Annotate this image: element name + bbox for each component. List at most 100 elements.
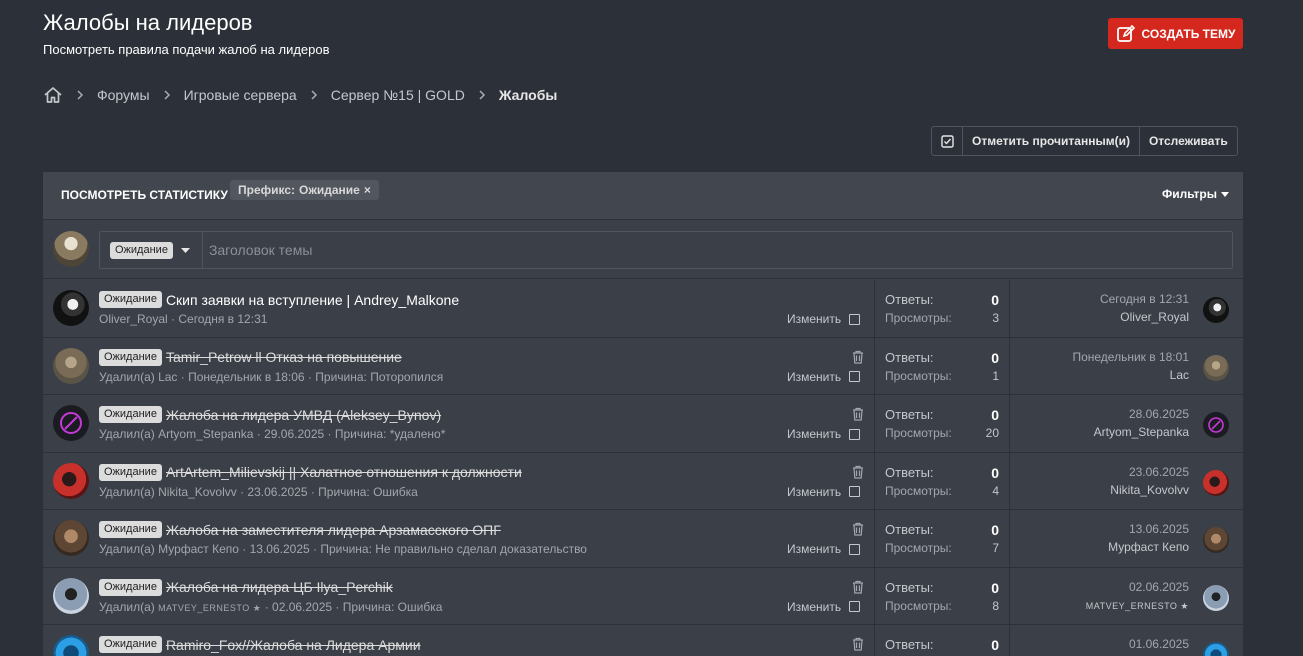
mark-read-button[interactable]: Отметить прочитанным(и) [963, 127, 1140, 155]
select-checkbox[interactable] [849, 486, 861, 497]
last-post: 13.06.2025 Мурфаст Кепо [1108, 522, 1189, 554]
last-post-user-name: MATVEY_ERNESTO ★ [1085, 600, 1189, 611]
views-count: 4 [992, 483, 999, 498]
last-post-date[interactable]: 23.06.2025 [1110, 465, 1189, 479]
last-post-date[interactable]: 13.06.2025 [1108, 522, 1189, 536]
thread-title-link[interactable]: Жалоба на заместителя лидера Арзамасског… [166, 522, 501, 538]
last-post: Сегодня в 12:31 Oliver_Royal [1100, 292, 1189, 324]
select-checkbox[interactable] [849, 543, 861, 555]
avatar[interactable] [53, 635, 89, 656]
last-post: 23.06.2025 Nikita_Kovolvv [1110, 465, 1189, 497]
prefix-badge[interactable]: Ожидание [99, 636, 162, 653]
last-post-date[interactable]: Сегодня в 12:31 [1100, 292, 1189, 306]
thread-meta: Удалил(а) Artyom_Stepanka · 29.06.2025 ·… [99, 427, 446, 441]
replies-label: Ответы: [885, 637, 934, 652]
meta-prefix: Удалил(а) [99, 599, 155, 614]
thread-title-input[interactable] [202, 232, 1232, 268]
last-poster-avatar[interactable] [1203, 642, 1229, 656]
prefix-badge[interactable]: Ожидание [99, 463, 162, 481]
last-post-date[interactable]: 28.06.2025 [1094, 407, 1189, 421]
breadcrumb-current[interactable]: Жалобы [499, 87, 557, 103]
last-post-user[interactable]: Artyom_Stepanka [1094, 425, 1189, 439]
chevron-right-icon [76, 90, 84, 100]
edit-control[interactable]: Изменить [787, 370, 861, 384]
thread-meta: Удалил(а) MATVEY_ERNESTO ★ · 02.06.2025 … [99, 600, 809, 614]
home-icon[interactable] [43, 85, 63, 105]
select-checkbox[interactable] [849, 371, 861, 382]
prefix-badge[interactable]: Ожидание [99, 406, 162, 423]
thread-list-block: ПОСМОТРЕТЬ СТАТИСТИКУ Префикс: Ожидание … [43, 172, 1243, 656]
last-post-user[interactable]: Oliver_Royal [1100, 310, 1189, 324]
avatar[interactable] [53, 462, 89, 499]
avatar[interactable] [53, 231, 89, 267]
trash-icon[interactable] [851, 350, 865, 364]
last-post-user[interactable]: MATVEY_ERNESTO ★ [1086, 598, 1189, 612]
last-poster-avatar[interactable] [1203, 584, 1229, 611]
select-checkbox[interactable] [849, 601, 861, 612]
breadcrumb: Форумы Игровые сервера Сервер №15 | GOLD… [43, 85, 557, 105]
last-poster-avatar[interactable] [1203, 469, 1229, 496]
statistics-link[interactable]: ПОСМОТРЕТЬ СТАТИСТИКУ [61, 188, 228, 202]
thread-title-link[interactable]: Ramiro_Fox//Жалоба на Лидера Армии [166, 637, 421, 653]
thread-actions: Отметить прочитанным(и) Отслеживать [931, 126, 1238, 156]
prefix-badge[interactable]: Ожидание [99, 578, 162, 596]
replies-count: 0 [991, 349, 999, 366]
meta-user[interactable]: MATVEY_ERNESTO ★ [158, 603, 261, 613]
avatar[interactable] [53, 290, 89, 326]
avatar-glyph-icon [1208, 417, 1224, 433]
select-checkbox[interactable] [849, 313, 861, 325]
active-filter-tag[interactable]: Префикс: Ожидание × [230, 180, 379, 200]
last-post-date[interactable]: 02.06.2025 [1086, 580, 1189, 594]
replies-label: Ответы: [885, 292, 934, 307]
thread-title-link[interactable]: Жалоба на лидера УМВД (Aleksey_Bynov) [166, 407, 441, 423]
thread-title-link[interactable]: Жалоба на лидера ЦБ Ilya_Perchik [166, 579, 393, 595]
last-post-date[interactable]: 01.06.2025 [1129, 637, 1189, 651]
last-post-user[interactable]: Nikita_Kovolvv [1110, 483, 1189, 497]
select-toggle-button[interactable] [932, 127, 963, 155]
last-poster-avatar[interactable] [1203, 297, 1229, 323]
trash-icon[interactable] [851, 407, 865, 421]
edit-control[interactable]: Изменить [787, 312, 861, 326]
thread-stats: Ответы: 0 [874, 625, 1010, 656]
last-poster-avatar[interactable] [1203, 412, 1229, 438]
select-checkbox[interactable] [849, 428, 861, 440]
last-post: 28.06.2025 Artyom_Stepanka [1094, 407, 1189, 439]
trash-icon[interactable] [851, 580, 865, 594]
edit-control[interactable]: Изменить [787, 485, 861, 499]
last-poster-avatar[interactable] [1203, 527, 1229, 553]
prefix-select[interactable]: Ожидание [100, 232, 203, 268]
trash-icon[interactable] [851, 465, 865, 479]
breadcrumb-item[interactable]: Игровые сервера [184, 87, 297, 103]
edit-control[interactable]: Изменить [787, 427, 861, 441]
thread-row: Ожидание Жалоба на лидера УМВД (Aleksey_… [43, 395, 1243, 453]
thread-row: Ожидание Ramiro_Fox//Жалоба на Лидера Ар… [43, 625, 1243, 656]
breadcrumb-item[interactable]: Сервер №15 | GOLD [331, 87, 465, 103]
breadcrumb-item[interactable]: Форумы [97, 87, 150, 103]
remove-filter-icon[interactable]: × [364, 183, 371, 197]
trash-icon[interactable] [851, 637, 865, 651]
prefix-badge[interactable]: Ожидание [99, 521, 162, 538]
avatar[interactable] [53, 347, 89, 384]
last-post-date[interactable]: Понедельник в 18:01 [1072, 350, 1189, 364]
last-post-user[interactable]: Мурфаст Кепо [1108, 540, 1189, 554]
filter-label: Префикс: [238, 183, 296, 197]
last-poster-avatar[interactable] [1203, 354, 1229, 381]
thread-title-link[interactable]: Скип заявки на вступление | Andrey_Malko… [166, 292, 459, 308]
prefix-badge[interactable]: Ожидание [99, 291, 162, 308]
last-post-user[interactable]: Lac [1072, 368, 1189, 382]
avatar[interactable] [53, 520, 89, 556]
avatar[interactable] [53, 577, 89, 614]
watch-button[interactable]: Отслеживать [1140, 127, 1237, 155]
views-label: Просмотры: [885, 598, 952, 613]
avatar[interactable] [53, 405, 89, 441]
views-label: Просмотры: [885, 311, 952, 325]
thread-title-link[interactable]: Tamir_Petrow ll Отказ на повышение [166, 349, 402, 365]
create-thread-button[interactable]: СОЗДАТЬ ТЕМУ [1108, 18, 1243, 49]
edit-control[interactable]: Изменить [787, 542, 861, 556]
filters-dropdown[interactable]: Фильтры [1162, 187, 1229, 201]
thread-title-link[interactable]: ArtArtem_Milievskij || Халатное отношени… [166, 464, 522, 480]
trash-icon[interactable] [851, 522, 865, 536]
prefix-badge[interactable]: Ожидание [99, 348, 162, 366]
edit-control[interactable]: Изменить [787, 600, 861, 614]
page-description[interactable]: Посмотреть правила подачи жалоб на лидер… [43, 42, 330, 57]
